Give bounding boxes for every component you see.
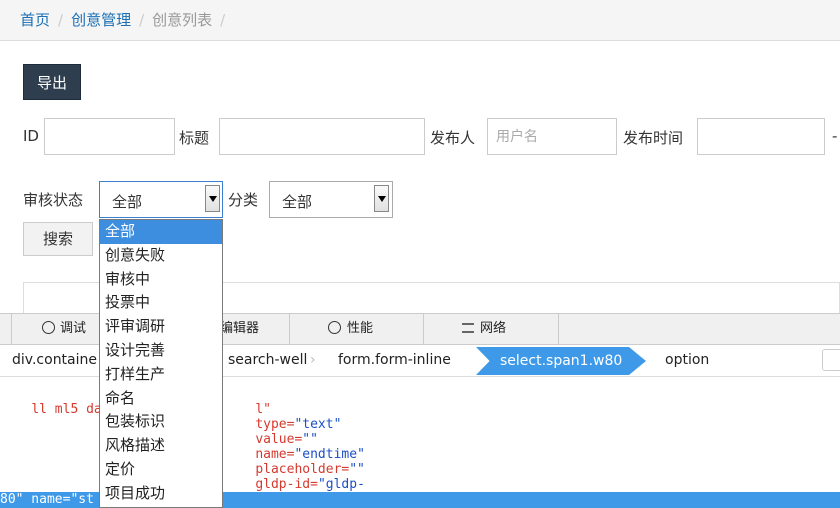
code-token: gldp-id= [255,477,318,492]
tab-network[interactable]: 网络 [424,314,559,344]
category-select[interactable]: 全部 [269,181,393,218]
performance-icon [328,321,341,334]
dom-crumb[interactable]: div.containe [12,352,97,368]
dropdown-option[interactable]: 命名 [100,387,222,411]
dropdown-option[interactable]: 审核中 [100,268,222,292]
title-input[interactable] [219,118,425,155]
dropdown-option[interactable]: 全部 [100,220,222,244]
code-token: "" [349,462,365,477]
dom-crumb-selected[interactable]: select.span1.w80 [476,347,646,375]
breadcrumb-separator: / [58,11,64,29]
code-token: "gldp- [317,477,365,492]
code-token: type= [255,417,295,432]
dropdown-option[interactable]: 打样生产 [100,363,222,387]
category-select-value: 全部 [282,193,313,211]
dropdown-option[interactable]: 设计完善 [100,339,222,363]
tab-performance[interactable]: 性能 [290,314,424,344]
code-token: placeholder= [255,462,350,477]
chevron-down-icon[interactable] [374,185,389,212]
breadcrumb-separator: / [220,11,226,29]
status-select-value: 全部 [112,193,143,211]
dom-crumb[interactable]: search-well [228,352,307,368]
status-dropdown-list[interactable]: 全部 创意失败 审核中 投票中 评审调研 设计完善 打样生产 命名 包装标识 风格描述 定价 项目成功 [99,219,223,508]
tab-label: 编辑器 [220,321,260,336]
breadcrumb-home[interactable]: 首页 [20,11,50,29]
dropdown-option[interactable]: 定价 [100,458,222,482]
tab-label: 性能 [347,321,374,336]
dom-crumb[interactable]: option [665,352,709,368]
chevron-down-icon[interactable] [205,185,220,212]
id-label: ID [23,127,39,145]
id-input[interactable] [44,118,175,155]
chevron-right-icon: › [310,352,316,368]
breadcrumb-current: 创意列表 [152,11,213,29]
dropdown-option[interactable]: 项目成功 [100,482,222,506]
time-range-dash: - [832,127,838,145]
export-button[interactable]: 导出 [23,64,81,100]
tab-label: 网络 [480,321,507,336]
publisher-label: 发布人 [430,129,476,147]
status-label: 审核状态 [23,191,84,209]
dom-crumb[interactable]: form.form-inline [338,352,451,368]
status-select[interactable]: 全部 [99,181,223,218]
devtools-tab-spacer [0,314,12,344]
publish-time-start-input[interactable] [697,118,825,155]
code-token: name= [255,447,295,462]
crumb-search-button[interactable] [822,349,840,371]
code-token: "text" [294,417,342,432]
debugger-icon [42,321,55,334]
dropdown-option[interactable]: 创意失败 [100,244,222,268]
dropdown-option[interactable]: 包装标识 [100,410,222,434]
breadcrumb-section[interactable]: 创意管理 [71,11,131,29]
code-token: "endtime" [294,447,365,462]
code-token: l" [255,402,271,417]
title-label: 标题 [179,129,210,147]
dropdown-option[interactable]: 评审调研 [100,315,222,339]
tab-label: 调试 [60,321,87,336]
code-token: "" [302,432,318,447]
code-token: value= [255,432,303,447]
category-label: 分类 [228,191,259,209]
network-icon [462,323,474,333]
search-button[interactable]: 搜索 [23,222,93,256]
dropdown-option[interactable]: 风格描述 [100,434,222,458]
publish-time-label: 发布时间 [623,129,684,147]
breadcrumb: 首页 / 创意管理 / 创意列表 / [0,0,840,41]
publisher-input[interactable] [487,118,617,155]
breadcrumb-separator: / [139,11,145,29]
dropdown-option[interactable]: 投票中 [100,291,222,315]
